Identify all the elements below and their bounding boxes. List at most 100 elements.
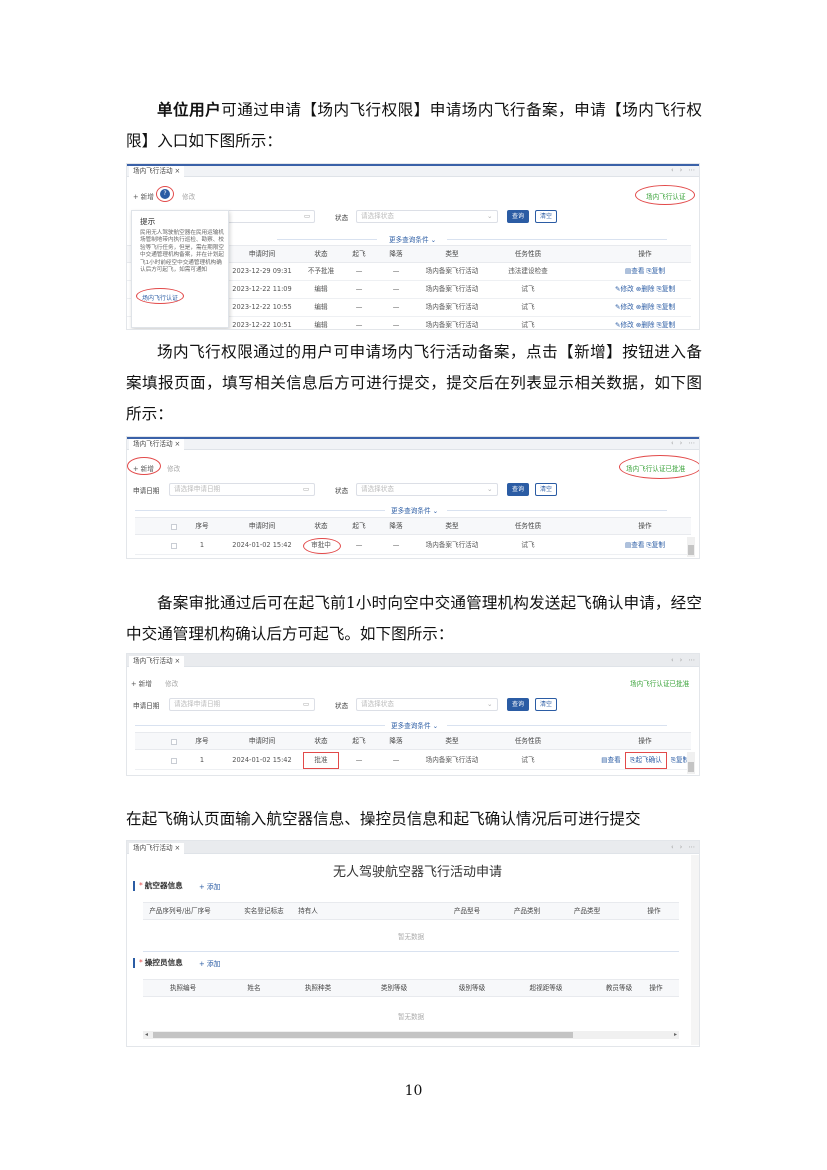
tip-popup: 提示 民用无人驾驶航空器在民用运输机场管制地带内执行巡检、勘察、校验等飞行任务，… <box>131 210 229 328</box>
col-time: 申请时间 <box>248 522 276 530</box>
tab-nav-icons[interactable]: ‹ › ⋯ <box>671 843 697 851</box>
more-conditions-link[interactable]: 更多查询条件 ⌄ <box>389 234 436 244</box>
cell-takeoff: — <box>355 303 363 311</box>
para3: 备案审批通过后可在起飞前1小时向空中交通管理机构发送起飞确认申请，经空中交通管理… <box>126 594 702 643</box>
row-checkbox[interactable] <box>171 758 177 764</box>
scroll-right-icon[interactable]: ▸ <box>674 1031 677 1038</box>
cell-land: — <box>392 756 400 764</box>
more-conditions-link[interactable]: 更多查询条件 ⌄ <box>391 720 438 730</box>
query-button[interactable]: 查询 <box>507 698 529 711</box>
cell-land: — <box>392 541 400 549</box>
tab-nav-icons[interactable]: ‹ › ⋯ <box>671 439 697 447</box>
edit-button[interactable]: 修改 <box>182 191 195 201</box>
vertical-scrollbar[interactable] <box>691 855 699 1045</box>
calendar-icon[interactable]: ▭ <box>303 700 309 708</box>
cell-type: 场内备案飞行活动 <box>425 321 479 329</box>
more-divider-left <box>277 239 377 240</box>
cell-type: 场内备案飞行活动 <box>425 541 479 549</box>
select-all-checkbox[interactable] <box>171 739 177 745</box>
col-ops: 操作 <box>638 250 652 258</box>
cell-no: 1 <box>199 541 205 549</box>
tab-activity[interactable]: 场内飞行活动 × <box>129 439 185 450</box>
col-type: 类型 <box>445 250 459 258</box>
tab-activity[interactable]: 场内飞行活动 × <box>129 166 185 177</box>
horizontal-scrollbar[interactable]: ◂ ▸ <box>143 1031 679 1039</box>
operator-no-data: 暂无数据 <box>397 1013 425 1021</box>
more-conditions-link[interactable]: 更多查询条件 ⌄ <box>391 505 438 515</box>
cell-task: 试飞 <box>521 541 535 549</box>
row-checkbox[interactable] <box>171 543 177 549</box>
cell-takeoff: — <box>355 756 363 764</box>
tab-activity[interactable]: 场内飞行活动 × <box>129 656 185 667</box>
tab-nav-icons[interactable]: ‹ › ⋯ <box>671 166 697 174</box>
cell-takeoff: — <box>355 267 363 275</box>
cell-task: 试飞 <box>521 303 535 311</box>
query-button[interactable]: 查询 <box>507 483 529 496</box>
clear-button[interactable]: 清空 <box>535 698 557 711</box>
cell-ops[interactable]: ✎修改 ⊗删除 ⎘复制 <box>597 299 693 316</box>
clear-button[interactable]: 清空 <box>535 210 557 223</box>
col-type: 类型 <box>445 522 459 530</box>
para4: 在起飞确认页面输入航空器信息、操控员信息和起飞确认情况后可进行提交 <box>126 810 641 828</box>
cell-ops[interactable]: ✎修改 ⊗删除 ⎘复制 <box>597 281 693 298</box>
cell-ops[interactable]: ▤查看 ⎘复制 <box>597 263 693 280</box>
scroll-thumb[interactable] <box>688 762 694 772</box>
status-select[interactable]: 请选择状态 <box>356 210 498 223</box>
scroll-left-icon[interactable]: ◂ <box>145 1031 148 1038</box>
tab-activity[interactable]: 场内飞行活动 × <box>129 843 185 854</box>
cell-ops[interactable]: ✎修改 ⊗删除 ⎘复制 <box>597 317 693 329</box>
col-no: 序号 <box>195 522 209 530</box>
cell-land: — <box>392 267 400 275</box>
cell-ops[interactable]: ▤查看 ⎘复制 <box>597 537 693 554</box>
col-class-level: 类别等级 <box>380 984 408 992</box>
calendar-icon[interactable]: ▭ <box>303 485 309 493</box>
field-auth-approved-link[interactable]: 场内飞行认证已批准 <box>630 678 689 688</box>
cell-task: 试飞 <box>521 321 535 329</box>
select-all-checkbox[interactable] <box>171 524 177 530</box>
col-action: 操作 <box>647 907 661 915</box>
date-input[interactable] <box>227 210 315 223</box>
view-link[interactable]: ▤查看 <box>601 752 621 769</box>
operator-section-label: 操控员信息 <box>144 958 183 967</box>
query-button[interactable]: 查询 <box>507 210 529 223</box>
apply-date-label: 申请日期 <box>133 702 160 710</box>
col-status: 状态 <box>314 737 328 745</box>
scroll-thumb[interactable] <box>153 1032 573 1038</box>
new-button[interactable]: + 新增 <box>131 678 152 688</box>
calendar-icon[interactable]: ▭ <box>304 212 310 220</box>
table-row[interactable]: 1 2024-01-02 15:42 审批中 — — 场内备案飞行活动 试飞 ▤… <box>135 537 691 555</box>
cell-task: 违法建设检查 <box>508 267 548 275</box>
clear-button[interactable]: 清空 <box>535 483 557 496</box>
scroll-thumb[interactable] <box>688 545 694 555</box>
cell-time: 2024-01-02 15:42 <box>232 541 292 549</box>
cell-type: 场内备案飞行活动 <box>425 756 479 764</box>
chevron-down-icon: ⌄ <box>487 212 493 220</box>
col-status: 状态 <box>314 522 328 530</box>
vertical-scrollbar[interactable] <box>687 537 695 557</box>
col-license-type: 执照种类 <box>304 984 332 992</box>
aircraft-no-data: 暂无数据 <box>397 933 425 941</box>
table-row[interactable]: 1 2024-01-02 15:42 批准 — — 场内备案飞行活动 试飞 ▤查… <box>135 752 691 770</box>
tab-nav-icons[interactable]: ‹ › ⋯ <box>671 656 697 664</box>
date-input[interactable]: 请选择申请日期 <box>169 698 315 711</box>
required-star: * <box>139 881 143 890</box>
chevron-down-icon: ⌄ <box>487 700 493 708</box>
page-number: 10 <box>404 1083 423 1099</box>
more-divider-left <box>135 725 385 726</box>
col-takeoff: 起飞 <box>352 250 366 258</box>
add-operator-link[interactable]: + 添加 <box>199 958 220 968</box>
status-select[interactable]: 请选择状态 <box>356 483 498 496</box>
col-no: 序号 <box>195 737 209 745</box>
vertical-scrollbar[interactable] <box>687 752 695 774</box>
cell-time: 2024-01-02 15:42 <box>232 756 292 764</box>
edit-button[interactable]: 修改 <box>165 678 178 688</box>
table-header: 序号 申请时间 状态 起飞 降落 类型 任务性质 操作 <box>135 732 691 750</box>
status-select[interactable]: 请选择状态 <box>356 698 498 711</box>
section-bar <box>133 958 135 968</box>
new-button[interactable]: + 新增 <box>133 191 154 201</box>
edit-button[interactable]: 修改 <box>167 463 180 473</box>
add-aircraft-link[interactable]: + 添加 <box>199 881 220 891</box>
col-takeoff: 起飞 <box>352 737 366 745</box>
date-input[interactable]: 请选择申请日期 <box>169 483 315 496</box>
col-ops: 操作 <box>638 737 652 745</box>
